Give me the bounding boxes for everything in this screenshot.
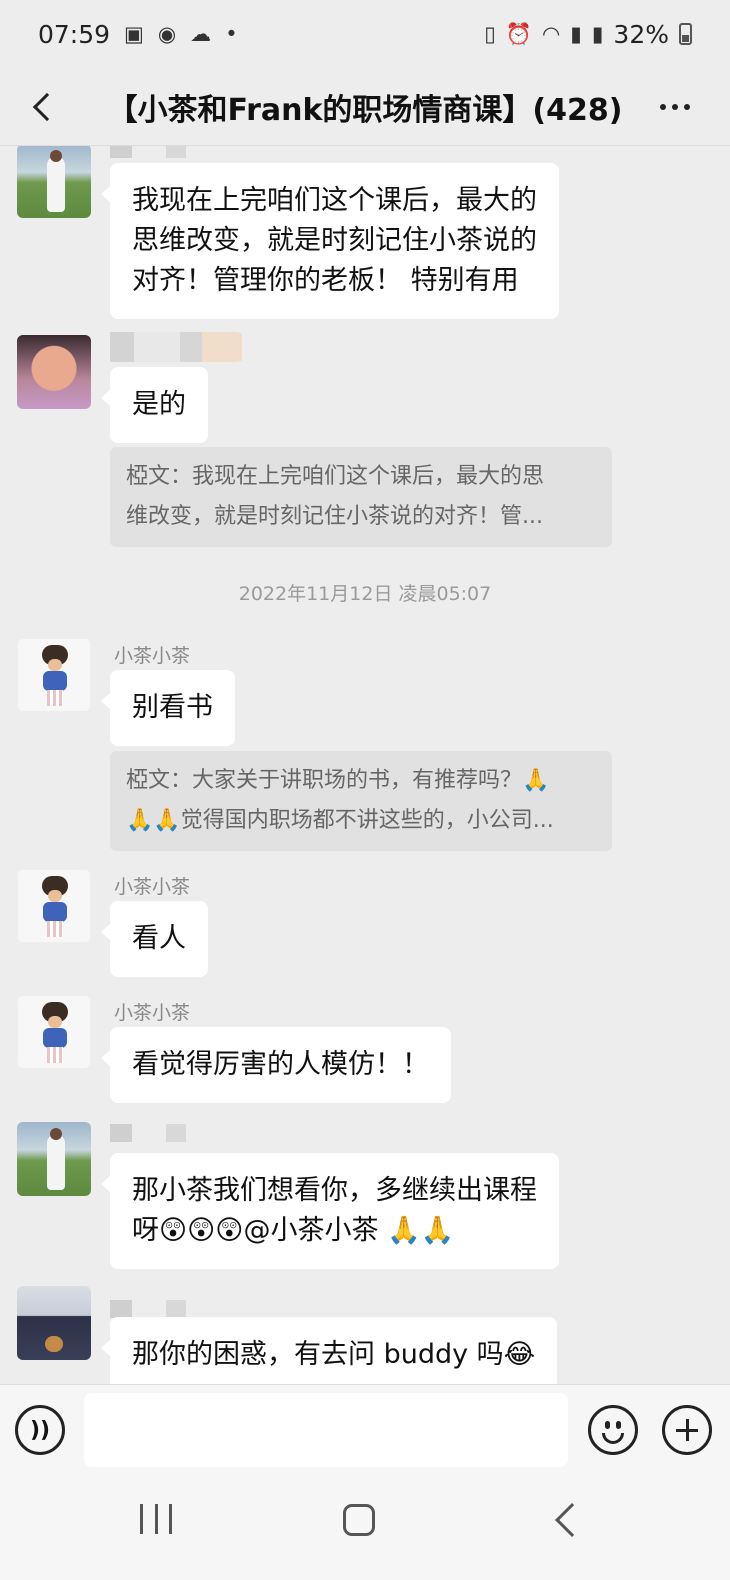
sender-name: 小茶小茶 [114,1002,191,1024]
back-button[interactable] [18,82,68,132]
avatar[interactable] [17,995,91,1069]
voice-input-button[interactable]: )) [15,1405,65,1455]
gallery-icon: ▣ [124,22,144,46]
message-line: 我现在上完咱们这个课后，最大的 [132,185,537,216]
quote-line: 椏文：我现在上完咱们这个课后，最大的思 [126,464,545,489]
chevron-left-icon [32,92,62,122]
message-bubble[interactable]: 那你的困惑，有去问 buddy 吗😂 [100,1317,558,1384]
status-time: 07:59 [38,19,111,49]
avatar[interactable] [17,1122,91,1196]
message-bubble[interactable]: 别看书 [101,670,235,746]
quoted-message[interactable]: 椏文：大家关于讲职场的书，有推荐吗？🙏 🙏🙏觉得国内职场都不讲这些的，小公司..… [110,751,612,851]
message-bubble[interactable]: 那小茶我们想看你，多继续出课程 呀😲😲😲@小茶小茶 🙏🙏 [101,1153,559,1269]
more-dots-icon [660,104,666,110]
message-line: 呀😲😲😲@小茶小茶 🙏🙏 [132,1215,455,1246]
avatar[interactable] [17,638,91,712]
quoted-message[interactable]: 椏文：我现在上完咱们这个课后，最大的思 维改变，就是时刻记住小茶说的对齐！管..… [110,447,612,547]
quote-line: 椏文：大家关于讲职场的书，有推荐吗？🙏 [126,768,550,793]
weibo-icon: ◉ [157,22,177,46]
system-nav-bar [0,1474,730,1580]
message-text: 看人 [132,923,186,954]
blurred-sender-name [110,1300,190,1318]
wifi-icon: ◠ [541,22,561,46]
quote-line: 维改变，就是时刻记住小茶说的对齐！管... [126,504,543,529]
timestamp: 2022年11月12日 凌晨05:07 [238,583,492,605]
voice-icon: )) [29,1417,51,1443]
avatar[interactable] [17,335,91,409]
cloud-icon: ☁ [190,22,212,46]
blurred-sender-name [110,146,190,158]
quote-line: 🙏🙏觉得国内职场都不讲这些的，小公司... [126,808,554,833]
message-line: 思维改变，就是时刻记住小茶说的 [132,225,537,256]
message-list[interactable]: 我现在上完咱们这个课后，最大的 思维改变，就是时刻记住小茶说的 对齐！管理你的老… [0,146,730,1384]
battery-percent: 32% [613,19,669,49]
signal-icon: ▮ [591,22,604,46]
chat-title: 【小茶和Frank的职场情商课】(428) [107,92,623,128]
message-text: 是的 [132,389,186,420]
blurred-sender-name [110,1124,190,1142]
message-text: 看觉得厉害的人模仿！！ [132,1049,429,1080]
signal-icon: ▮ [570,22,582,46]
emoji-button[interactable] [588,1405,638,1455]
message-bubble[interactable]: 是的 [101,367,208,443]
message-line: 对齐！管理你的老板！ 特别有用 [132,265,519,296]
recents-button[interactable] [140,1504,172,1536]
smiley-icon [605,1421,610,1429]
avatar[interactable] [17,1286,91,1360]
message-bubble[interactable]: 看人 [101,901,208,977]
more-options-button[interactable] [650,82,700,132]
status-bar: 07:59 ▣ ◉ ☁ • ▯ ⏰ ◠ ▮ ▮ 32% [0,0,730,68]
alarm-icon: ⏰ [505,21,532,46]
chat-header: 【小茶和Frank的职场情商课】(428) [0,68,730,146]
home-button[interactable] [343,1504,375,1536]
blurred-sender-name [110,332,250,362]
message-bubble[interactable]: 看觉得厉害的人模仿！！ [101,1027,451,1103]
avatar[interactable] [17,869,91,943]
battery-icon [679,23,692,45]
sender-name: 小茶小茶 [114,876,191,898]
dot-icon: • [225,22,238,46]
sender-name: 小茶小茶 [114,645,191,667]
nfc-icon: ▯ [484,22,496,46]
input-bar: )) [0,1384,730,1474]
avatar[interactable] [17,146,91,218]
message-bubble[interactable]: 我现在上完咱们这个课后，最大的 思维改变，就是时刻记住小茶说的 对齐！管理你的老… [101,163,559,319]
system-back-button[interactable] [555,1503,589,1537]
message-input[interactable] [84,1393,568,1467]
message-text: 别看书 [132,692,213,723]
message-text: 那你的困惑，有去问 buddy 吗😂 [132,1339,536,1370]
more-actions-button[interactable] [662,1405,712,1455]
message-line: 那小茶我们想看你，多继续出课程 [132,1175,537,1206]
